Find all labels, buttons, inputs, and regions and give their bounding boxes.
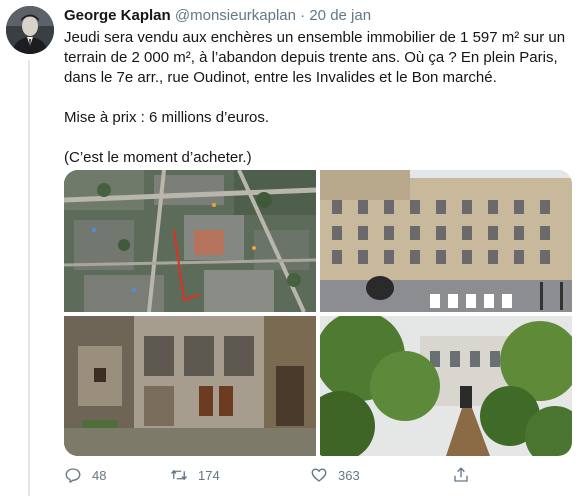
tweet-header: George Kaplan @monsieurkaplan · 20 de ja…	[64, 7, 371, 24]
author-name[interactable]: George Kaplan	[64, 7, 171, 24]
media-photo-facade[interactable]	[320, 170, 572, 312]
reply-count: 48	[92, 467, 107, 483]
aerial-map-photo-icon	[64, 170, 316, 312]
overgrown-garden-photo-icon	[320, 316, 572, 456]
tweet-paragraph-2: Mise à prix : 6 millions d’euros.	[64, 109, 270, 126]
author-handle[interactable]: @monsieurkaplan	[175, 7, 296, 24]
like-button[interactable]: 363	[310, 466, 360, 484]
tweet-paragraph-1: Jeudi sera vendu aux enchères un ensembl…	[64, 29, 566, 86]
courtyard-timber-photo-icon	[64, 316, 316, 456]
reply-icon	[65, 468, 81, 483]
avatar[interactable]	[6, 6, 54, 54]
media-photo-aerial[interactable]	[64, 170, 316, 312]
tweet-paragraph-3: (C’est le moment d’acheter.)	[64, 149, 252, 166]
retweet-count: 174	[198, 467, 220, 483]
header-separator: ·	[300, 7, 306, 24]
media-photo-garden[interactable]	[320, 316, 572, 456]
retweet-button[interactable]: 174	[170, 466, 220, 484]
tweet-text: Jeudi sera vendu aux enchères un ensembl…	[64, 28, 574, 168]
share-button[interactable]	[452, 466, 470, 484]
thread-line	[28, 60, 30, 496]
media-grid	[64, 170, 572, 456]
heart-icon	[311, 468, 327, 482]
tweet-actions: 48 174 363	[64, 466, 564, 488]
tweet-date[interactable]: 20 de jan	[309, 7, 371, 24]
share-icon	[454, 467, 468, 482]
avatar-portrait-icon	[6, 6, 54, 54]
retweet-icon	[170, 469, 188, 481]
reply-button[interactable]: 48	[64, 466, 106, 484]
like-count: 363	[338, 467, 360, 483]
media-photo-courtyard[interactable]	[64, 316, 316, 456]
building-facade-photo-icon	[320, 170, 572, 312]
